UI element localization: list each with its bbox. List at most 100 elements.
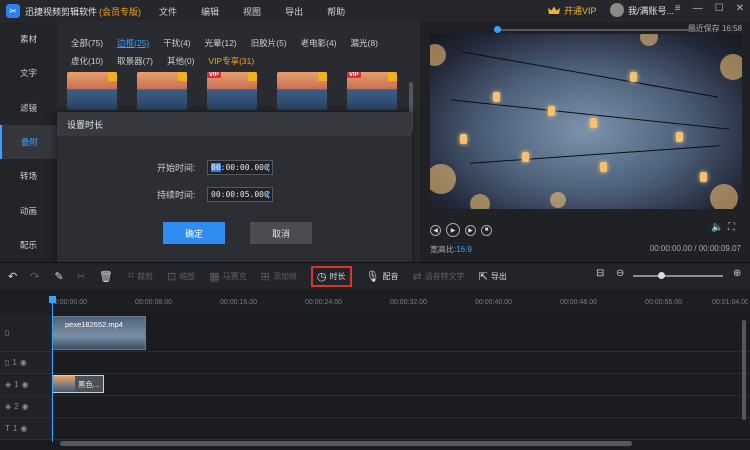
overlay-thumbnail[interactable]: VIP <box>207 72 257 110</box>
timeline-horizontal-scrollbar[interactable] <box>60 441 632 446</box>
account-button[interactable]: 我/满账号... <box>610 3 674 17</box>
cut-icon[interactable]: ✂ <box>77 270 89 283</box>
tab-viewfinder[interactable]: 取景器(7) <box>117 55 153 67</box>
download-icon <box>388 72 397 81</box>
dialog-title: 设置时长 <box>57 112 412 136</box>
tab-halo[interactable]: 光晕(12) <box>205 37 237 49</box>
vip-button[interactable]: 开通VIP <box>548 4 597 17</box>
seek-handle[interactable] <box>494 26 501 33</box>
bokeh <box>710 184 738 209</box>
sidebar-item-media[interactable]: 素材 <box>0 22 57 56</box>
maximize-icon[interactable]: ☐ <box>715 3 724 14</box>
speech-to-text-button[interactable]: ⇄ 语音转文字 <box>412 270 464 283</box>
timecode: 00:00:00.00 / 00:00:09.07 <box>649 244 741 253</box>
menu-export[interactable]: 导出 <box>285 5 303 18</box>
timeline-tracks: ▯ pexe182652.mp4 ▯ 1 ◉ ◈ 1 ◉ 黑色... ◈ 2 ◉ T 1 ◉ <box>0 314 750 444</box>
next-frame-icon[interactable]: ▶ <box>465 224 476 236</box>
duration-button[interactable]: ◷ 时长 <box>310 266 352 287</box>
redo-icon[interactable]: ↷ <box>30 270 42 283</box>
add-frame-icon: ⊞ <box>260 271 270 283</box>
app-edition: (会员专版) <box>99 6 142 17</box>
export-label: 导出 <box>490 272 507 281</box>
fit-icon[interactable]: ⊟ <box>596 268 604 279</box>
sidebar-item-overlay[interactable]: 叠附 <box>0 124 57 160</box>
visibility-icon[interactable]: ◉ <box>22 380 29 389</box>
prev-frame-icon[interactable]: ◀ <box>430 224 441 236</box>
sidebar-item-music[interactable]: 配乐 <box>0 228 57 262</box>
minimize-icon[interactable]: — <box>693 3 703 14</box>
dubbing-button[interactable]: 🎙 配音 <box>366 270 399 283</box>
undo-icon[interactable]: ↶ <box>8 270 20 283</box>
duration-input[interactable]: 00:00:05.000 ▲ ▼ <box>207 187 273 202</box>
volume-icon[interactable]: 🔈 <box>711 222 723 233</box>
delete-icon[interactable]: 🗑 <box>99 270 116 283</box>
menu-help[interactable]: 帮助 <box>327 5 345 18</box>
overlay-clip[interactable]: 黑色... <box>52 375 104 393</box>
visibility-icon[interactable]: ◉ <box>22 402 29 411</box>
cancel-button[interactable]: 取消 <box>250 222 312 244</box>
track-header: ▯ <box>0 314 52 351</box>
add-frame-button[interactable]: ⊞ 添加帧 <box>261 270 297 283</box>
stop-icon[interactable]: ■ <box>481 224 492 236</box>
menu-view[interactable]: 视图 <box>243 5 261 18</box>
timeline-vertical-scrollbar[interactable] <box>742 320 746 420</box>
menu-edit[interactable]: 编辑 <box>201 5 219 18</box>
overlay-thumbnail[interactable] <box>137 72 187 110</box>
time-ruler[interactable]: 00:00:00.00 00:00:08.00 00:00:16.00 00:0… <box>0 290 750 314</box>
play-icon[interactable]: ▶ <box>446 223 460 237</box>
zoom-slider[interactable] <box>633 275 723 277</box>
menu-file[interactable]: 文件 <box>159 5 177 18</box>
down-arrow-icon[interactable]: ▼ <box>267 195 270 201</box>
duration-stepper[interactable]: ▲ ▼ <box>267 189 270 201</box>
start-time-input[interactable]: 00:00:00.000 ▲ ▼ <box>207 160 273 175</box>
fullscreen-icon[interactable]: ⛶ <box>728 222 735 233</box>
zoom-slider-handle[interactable] <box>658 272 665 279</box>
visibility-icon[interactable]: ◉ <box>20 424 27 433</box>
edit-icon[interactable]: ✎ <box>54 270 66 283</box>
tab-all[interactable]: 全部(75) <box>71 37 103 49</box>
menu-bar: 文件 编辑 视图 导出 帮助 <box>159 5 369 18</box>
down-arrow-icon[interactable]: ▼ <box>267 168 270 174</box>
bokeh <box>720 54 742 80</box>
ok-button[interactable]: 确定 <box>163 222 225 244</box>
tab-old-movie[interactable]: 老电影(4) <box>301 37 337 49</box>
video-track-icon: ▯ <box>5 328 10 337</box>
start-time-stepper[interactable]: ▲ ▼ <box>267 162 270 174</box>
zoom-in-icon[interactable]: ⊕ <box>733 268 741 279</box>
overlay-thumbnail[interactable] <box>277 72 327 110</box>
speech-to-text-label: 语音转文字 <box>424 272 465 281</box>
sidebar-item-filters[interactable]: 滤镜 <box>0 91 57 125</box>
seek-bar[interactable] <box>496 29 696 31</box>
sidebar-item-animation[interactable]: 动画 <box>0 193 57 227</box>
tab-blur[interactable]: 虚化(10) <box>71 55 103 67</box>
pip-track: ▯ 1 ◉ <box>0 352 750 374</box>
crop-button[interactable]: ⌗ 裁剪 <box>128 270 153 283</box>
zoom-button[interactable]: ⊡ 缩放 <box>167 270 195 283</box>
mosaic-button[interactable]: ▦ 马赛克 <box>209 270 246 283</box>
export-button[interactable]: ⇱ 导出 <box>479 270 507 283</box>
playhead[interactable] <box>52 296 53 442</box>
close-icon[interactable]: ✕ <box>736 3 744 14</box>
menu-icon[interactable]: ≡ <box>675 3 681 14</box>
tab-vip[interactable]: VIP专享(31) <box>208 55 254 67</box>
ruler-tick: 00:01:04.00 <box>712 299 748 306</box>
tab-old-film[interactable]: 旧胶片(5) <box>251 37 287 49</box>
tab-interference[interactable]: 干扰(4) <box>163 37 190 49</box>
zoom-out-icon[interactable]: ⊖ <box>616 268 624 279</box>
visibility-icon[interactable]: ◉ <box>20 358 27 367</box>
aspect-ratio-value[interactable]: 16:9 <box>456 245 472 254</box>
tab-light-leak[interactable]: 漏光(8) <box>351 37 378 49</box>
sidebar-item-transitions[interactable]: 转场 <box>0 159 57 193</box>
tab-border[interactable]: 边框(25) <box>117 37 149 49</box>
tab-other[interactable]: 其他(0) <box>167 55 194 67</box>
dubbing-label: 配音 <box>382 272 399 281</box>
ruler-tick: 00:00:24.00 <box>305 299 342 306</box>
overlay-thumbnail[interactable]: VIP <box>347 72 397 110</box>
pip-track-icon: ▯ <box>5 358 10 367</box>
download-icon <box>108 72 117 81</box>
video-clip[interactable]: pexe182652.mp4 <box>52 316 146 350</box>
sidebar-item-text[interactable]: 文字 <box>0 56 57 90</box>
ruler-tick: 00:00:08.00 <box>135 299 172 306</box>
overlay-thumbnail[interactable] <box>67 72 117 110</box>
playhead-handle[interactable] <box>49 296 56 303</box>
